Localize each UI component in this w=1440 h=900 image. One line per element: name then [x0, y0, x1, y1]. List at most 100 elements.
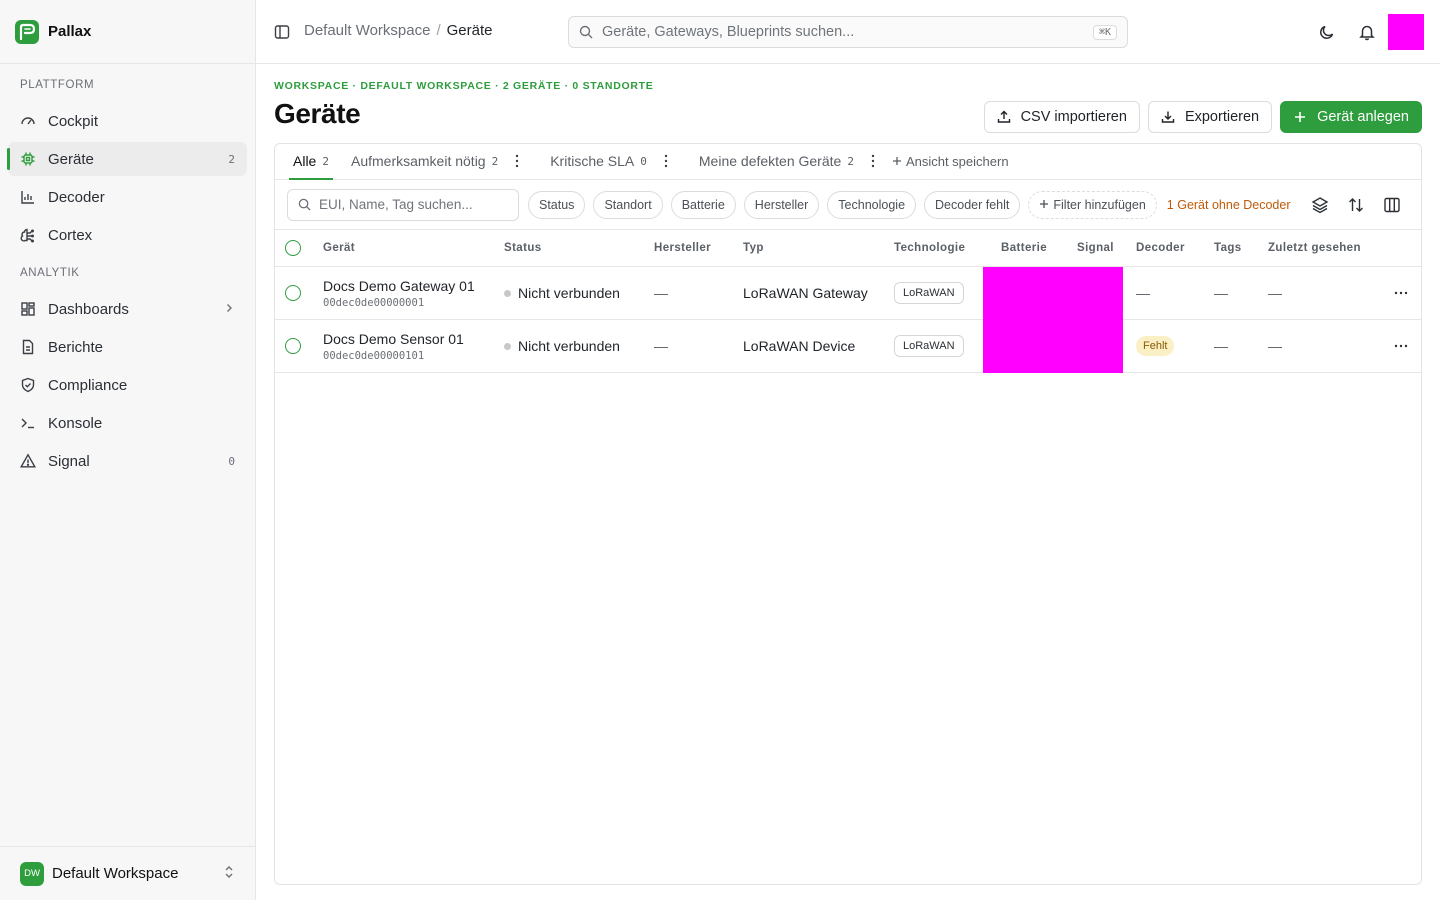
moon-icon[interactable]: [1318, 23, 1336, 41]
tab-label: Kritische SLA: [550, 153, 635, 169]
sort-icon[interactable]: [1347, 196, 1365, 214]
type-cell: LoRaWAN Device: [743, 338, 856, 354]
device-name[interactable]: Docs Demo Gateway 01: [323, 278, 475, 294]
tab-count: 0: [640, 154, 647, 168]
column-header-technology[interactable]: Technologie: [894, 230, 965, 266]
column-header-manufacturer[interactable]: Hersteller: [654, 230, 711, 266]
device-name[interactable]: Docs Demo Sensor 01: [323, 331, 464, 347]
row-checkbox[interactable]: [285, 285, 301, 301]
device-search-input[interactable]: [319, 197, 499, 212]
device-eui: 00dec0de00000001: [323, 296, 425, 309]
decoder-cell: Fehlt: [1136, 320, 1175, 372]
sidebar-item-cockpit[interactable]: Cockpit: [8, 104, 247, 138]
device-search[interactable]: [287, 188, 519, 221]
tab-alle[interactable]: Alle 2: [289, 144, 333, 180]
tab-aufmerksamkeit[interactable]: Aufmerksamkeit nötig 2: [347, 144, 502, 179]
main-content: Workspace · Default Workspace · 2 Geräte…: [274, 64, 1422, 900]
table-row[interactable]: Docs Demo Sensor 01 00dec0de00000101 Nic…: [275, 320, 1421, 373]
view-tabs: Alle 2 Aufmerksamkeit nötig 2 Kritische …: [275, 144, 1421, 180]
sidebar-item-label: Compliance: [48, 376, 128, 394]
search-icon: [579, 25, 593, 39]
status-dot-icon: [504, 289, 511, 297]
page-title: Geräte: [274, 98, 361, 129]
more-vertical-icon[interactable]: [659, 144, 673, 179]
tab-kritische-sla[interactable]: Kritische SLA 0: [546, 144, 651, 179]
sidebar-item-label: Geräte: [48, 150, 94, 168]
table-header-row: Gerät Status Hersteller Typ Technologie …: [275, 230, 1421, 267]
sidebar-item-compliance[interactable]: Compliance: [8, 368, 247, 402]
save-view-button[interactable]: Ansicht speichern: [892, 144, 1009, 179]
nav-count-badge: 0: [228, 454, 235, 468]
status-text: Nicht verbunden: [518, 338, 620, 354]
global-search-input[interactable]: [602, 24, 1093, 40]
add-filter-button[interactable]: Filter hinzufügen: [1028, 190, 1157, 219]
sidebar: Pallax Plattform Cockpit Geräte 2 Decode…: [0, 0, 256, 900]
sidebar-item-decoder[interactable]: Decoder: [8, 180, 247, 214]
add-filter-label: Filter hinzufügen: [1053, 197, 1146, 212]
csv-import-button[interactable]: CSV importieren: [983, 101, 1140, 133]
user-avatar[interactable]: [1388, 14, 1424, 50]
gauge-icon: [20, 113, 36, 129]
column-header-device[interactable]: Gerät: [323, 230, 355, 266]
filter-chip-technologie[interactable]: Technologie: [827, 190, 917, 219]
status-text: Nicht verbunden: [518, 285, 620, 301]
more-horizontal-icon[interactable]: [1391, 336, 1411, 356]
sidebar-item-dashboards[interactable]: Dashboards: [8, 292, 247, 326]
row-select-cell: [285, 320, 301, 372]
bell-icon[interactable]: [1358, 23, 1376, 41]
upload-icon: [997, 110, 1011, 124]
layers-icon[interactable]: [1311, 196, 1329, 214]
nav-heading: Analytik: [20, 267, 80, 279]
brand[interactable]: Pallax: [0, 0, 255, 64]
export-button[interactable]: Exportieren: [1147, 101, 1273, 133]
tags-cell: —: [1214, 285, 1228, 301]
table-row[interactable]: Docs Demo Gateway 01 00dec0de00000001 Ni…: [275, 267, 1421, 320]
filter-chip-hersteller[interactable]: Hersteller: [743, 190, 820, 219]
sidebar-item-cortex[interactable]: Cortex: [8, 218, 247, 252]
create-device-button[interactable]: Gerät anlegen: [1280, 101, 1422, 133]
missing-decoder-link[interactable]: 1 Gerät ohne Decoder: [1167, 198, 1291, 212]
decoder-missing-badge: Fehlt: [1136, 336, 1175, 356]
filter-chip-batterie[interactable]: Batterie: [670, 190, 736, 219]
filter-chip-decoder-fehlt[interactable]: Decoder fehlt: [924, 190, 1021, 219]
breadcrumb-workspace[interactable]: Default Workspace: [304, 22, 430, 39]
row-checkbox[interactable]: [285, 338, 301, 354]
nav-heading: Plattform: [20, 79, 95, 91]
workspace-switcher[interactable]: DW Default Workspace: [0, 846, 255, 900]
breadcrumb: Default Workspace / Geräte: [304, 22, 492, 39]
more-horizontal-icon[interactable]: [1391, 283, 1411, 303]
sidebar-item-signal[interactable]: Signal 0: [8, 444, 247, 478]
more-vertical-icon[interactable]: [510, 144, 524, 179]
chevron-up-down-icon: [223, 865, 235, 882]
filter-chip-standort[interactable]: Standort: [593, 190, 663, 219]
column-header-signal[interactable]: Signal: [1077, 230, 1114, 266]
chevron-right-icon: [223, 301, 235, 318]
tags-cell: —: [1214, 338, 1228, 354]
devices-table: Gerät Status Hersteller Typ Technologie …: [275, 230, 1421, 373]
search-icon: [298, 198, 311, 211]
more-vertical-icon[interactable]: [866, 144, 880, 179]
terminal-icon: [20, 415, 36, 431]
sidebar-item-konsole[interactable]: Konsole: [8, 406, 247, 440]
sidebar-item-berichte[interactable]: Berichte: [8, 330, 247, 364]
column-header-battery[interactable]: Batterie: [1001, 230, 1047, 266]
columns-icon[interactable]: [1383, 196, 1401, 214]
column-header-tags[interactable]: Tags: [1214, 230, 1242, 266]
select-all-checkbox[interactable]: [285, 240, 301, 256]
column-header-type[interactable]: Typ: [743, 230, 764, 266]
last-seen-cell: —: [1268, 338, 1282, 354]
sidebar-item-geraete[interactable]: Geräte 2: [7, 142, 247, 176]
pallax-logo-icon: [15, 19, 39, 44]
row-actions-cell: [1391, 267, 1411, 319]
column-header-status[interactable]: Status: [504, 230, 542, 266]
filter-chip-status[interactable]: Status: [528, 190, 586, 219]
column-header-decoder[interactable]: Decoder: [1136, 230, 1185, 266]
global-search[interactable]: ⌘K: [568, 16, 1128, 48]
type-cell: LoRaWAN Gateway: [743, 285, 868, 301]
status-cell: Nicht verbunden: [504, 267, 620, 319]
search-shortcut: ⌘K: [1092, 24, 1117, 40]
tab-meine-defekten[interactable]: Meine defekten Geräte 2: [695, 144, 858, 179]
column-header-last-seen[interactable]: Zuletzt gesehen: [1268, 230, 1361, 266]
chip-icon: [20, 151, 36, 167]
sidebar-toggle-icon[interactable]: [274, 24, 290, 40]
